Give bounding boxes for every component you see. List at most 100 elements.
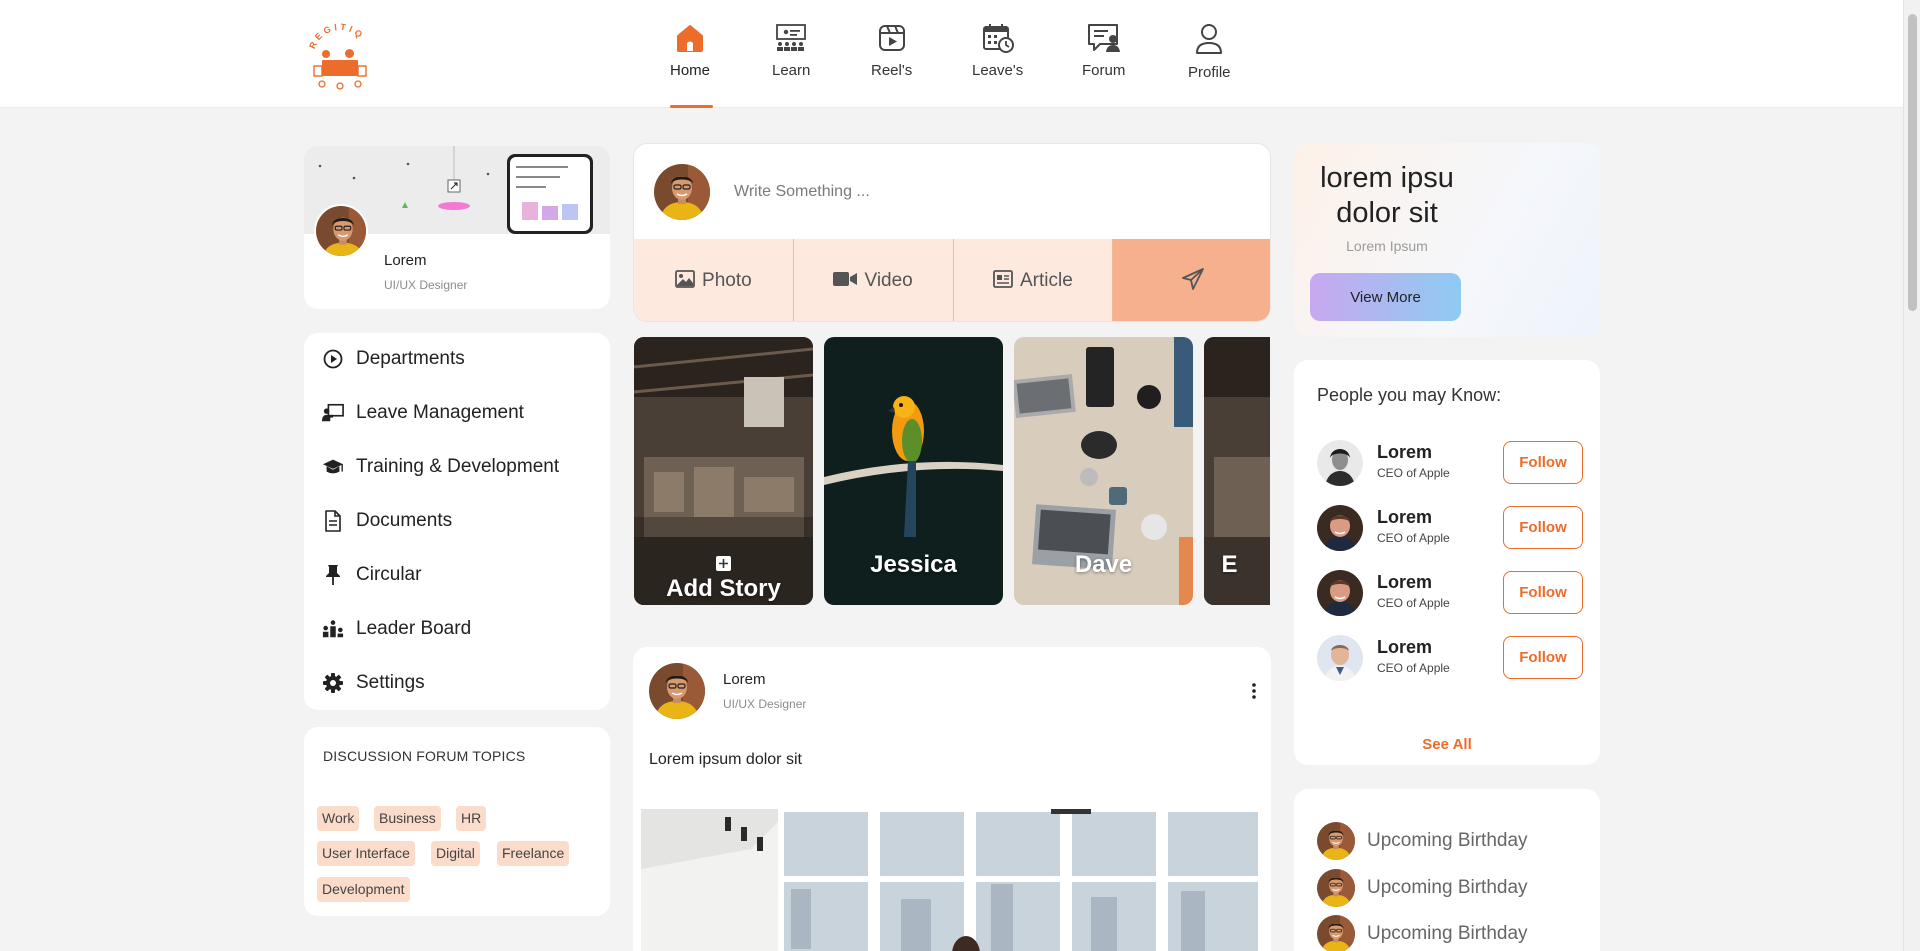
gear-icon	[322, 672, 344, 694]
sidebar-item-circular[interactable]: Circular	[322, 560, 421, 590]
post-image[interactable]	[641, 809, 1261, 951]
follow-button[interactable]: Follow	[1503, 506, 1583, 549]
post-author-name[interactable]: Lorem	[723, 671, 766, 688]
regitiq-logo[interactable]: REGITIQ	[300, 16, 380, 96]
sidebar-item-label: Leave Management	[356, 402, 524, 423]
add-story-card[interactable]: Add Story	[634, 337, 813, 605]
top-navigation-bar: REGITIQ Home Learn Reel's Leave's Forum …	[0, 0, 1903, 108]
svg-text:REGITIQ: REGITIQ	[307, 22, 366, 50]
add-icon[interactable]	[716, 556, 731, 571]
see-all-link[interactable]: See All	[1294, 736, 1600, 753]
write-something-input[interactable]	[734, 174, 1234, 210]
sidebar-item-settings[interactable]: Settings	[322, 668, 425, 698]
graduation-cap-icon	[322, 456, 344, 478]
send-icon	[1181, 267, 1204, 295]
avatar[interactable]	[1317, 505, 1363, 551]
story-label: Dave	[1074, 551, 1133, 578]
birthday-item[interactable]: Upcoming Birthday	[1317, 821, 1528, 861]
nav-home[interactable]: Home	[670, 22, 710, 79]
follow-button[interactable]: Follow	[1503, 571, 1583, 614]
topics-title: DISCUSSION FORUM TOPICS	[323, 748, 526, 764]
sidebar-item-label: Training & Development	[356, 456, 560, 477]
avatar[interactable]	[1317, 570, 1363, 616]
forum-icon	[1082, 22, 1125, 59]
sidebar-item-label: Documents	[356, 510, 453, 531]
discussion-topics-card: DISCUSSION FORUM TOPICS Work Business HR…	[304, 727, 610, 916]
topic-tag[interactable]: User Interface	[317, 841, 415, 866]
promo-card: lorem ipsu dolor sit Lorem Ipsum View Mo…	[1294, 143, 1600, 337]
nav-label-profile: Profile	[1188, 64, 1231, 81]
follow-button[interactable]: Follow	[1503, 441, 1583, 484]
birthday-label: Upcoming Birthday	[1367, 877, 1528, 898]
story-next[interactable]: E	[1204, 337, 1270, 605]
people-you-may-know-card: People you may Know: Lorem CEO of Apple …	[1294, 360, 1600, 765]
user-icon	[1188, 22, 1231, 61]
sidebar-item-departments[interactable]: Departments	[322, 344, 465, 374]
avatar[interactable]	[1317, 635, 1363, 681]
avatar[interactable]	[649, 663, 705, 719]
send-post-button[interactable]	[1113, 239, 1270, 321]
sidebar-item-label: Departments	[356, 348, 465, 369]
people-title: People you may Know:	[1317, 385, 1502, 405]
more-options-icon[interactable]	[1249, 681, 1259, 701]
composer-actions: Photo Video Article	[634, 239, 1270, 321]
nav-learn[interactable]: Learn	[772, 22, 810, 79]
nav-reels[interactable]: Reel's	[871, 22, 912, 79]
suggested-person: Lorem CEO of Apple Follow	[1317, 504, 1583, 554]
topic-tag[interactable]: HR	[456, 806, 487, 831]
topic-tag[interactable]: Business	[374, 806, 441, 831]
article-icon	[993, 269, 1013, 293]
reels-icon	[871, 22, 912, 59]
article-button[interactable]: Article	[953, 239, 1114, 321]
profile-name[interactable]: Lorem	[384, 252, 427, 269]
topic-tag[interactable]: Development	[317, 877, 410, 902]
suggested-person: Lorem CEO of Apple Follow	[1317, 439, 1583, 489]
view-more-button[interactable]: View More	[1310, 273, 1461, 321]
suggested-person: Lorem CEO of Apple Follow	[1317, 569, 1583, 619]
avatar[interactable]	[314, 204, 368, 258]
topic-tag[interactable]: Freelance	[497, 841, 570, 866]
nav-label-learn: Learn	[772, 62, 811, 79]
post-author-role: UI/UX Designer	[723, 697, 807, 711]
sidebar-item-training[interactable]: Training & Development	[322, 452, 559, 482]
active-tab-indicator	[670, 105, 713, 108]
avatar	[1317, 915, 1355, 951]
scrollbar-thumb[interactable]	[1908, 14, 1917, 311]
video-label: Video	[864, 270, 913, 291]
photo-label: Photo	[702, 270, 752, 291]
person-name[interactable]: Lorem	[1377, 572, 1432, 593]
page-scrollbar[interactable]	[1903, 0, 1920, 951]
topic-tag[interactable]: Digital	[431, 841, 480, 866]
birthday-item[interactable]: Upcoming Birthday	[1317, 868, 1528, 908]
video-button[interactable]: Video	[793, 239, 954, 321]
photo-button[interactable]: Photo	[634, 239, 794, 321]
person-name[interactable]: Lorem	[1377, 507, 1432, 528]
person-role: CEO of Apple	[1377, 596, 1450, 610]
sidebar-item-documents[interactable]: Documents	[322, 506, 452, 536]
topic-tag[interactable]: Work	[317, 806, 360, 831]
nav-forum[interactable]: Forum	[1082, 22, 1125, 79]
nav-leaves[interactable]: Leave's	[972, 22, 1023, 79]
person-name[interactable]: Lorem	[1377, 637, 1432, 658]
pin-icon	[322, 564, 344, 586]
promo-title: lorem ipsu dolor sit	[1320, 162, 1454, 229]
profile-card[interactable]: Lorem UI/UX Designer	[304, 146, 610, 309]
birthday-item[interactable]: Upcoming Birthday	[1317, 914, 1528, 951]
sidebar-item-leave-management[interactable]: Leave Management	[322, 398, 524, 428]
upcoming-birthdays-card: Upcoming Birthday Upcoming Birthday Upco…	[1294, 789, 1600, 951]
post-composer: Photo Video Article	[633, 143, 1271, 322]
document-icon	[322, 510, 344, 532]
story-jessica[interactable]: Jessica	[824, 337, 1003, 605]
nav-profile[interactable]: Profile	[1188, 22, 1231, 81]
sidebar-menu: Departments Leave Management Training & …	[304, 333, 610, 710]
person-name[interactable]: Lorem	[1377, 442, 1432, 463]
stories-carousel: Add Story Jessica Dave E	[634, 337, 1270, 605]
sidebar-item-label: Settings	[356, 672, 425, 693]
avatar[interactable]	[1317, 440, 1363, 486]
follow-button[interactable]: Follow	[1503, 636, 1583, 679]
story-dave[interactable]: Dave	[1014, 337, 1193, 605]
person-role: CEO of Apple	[1377, 661, 1450, 675]
sidebar-item-leader-board[interactable]: Leader Board	[322, 614, 471, 644]
nav-label-home: Home	[670, 62, 711, 79]
story-label: Add Story	[666, 575, 781, 602]
